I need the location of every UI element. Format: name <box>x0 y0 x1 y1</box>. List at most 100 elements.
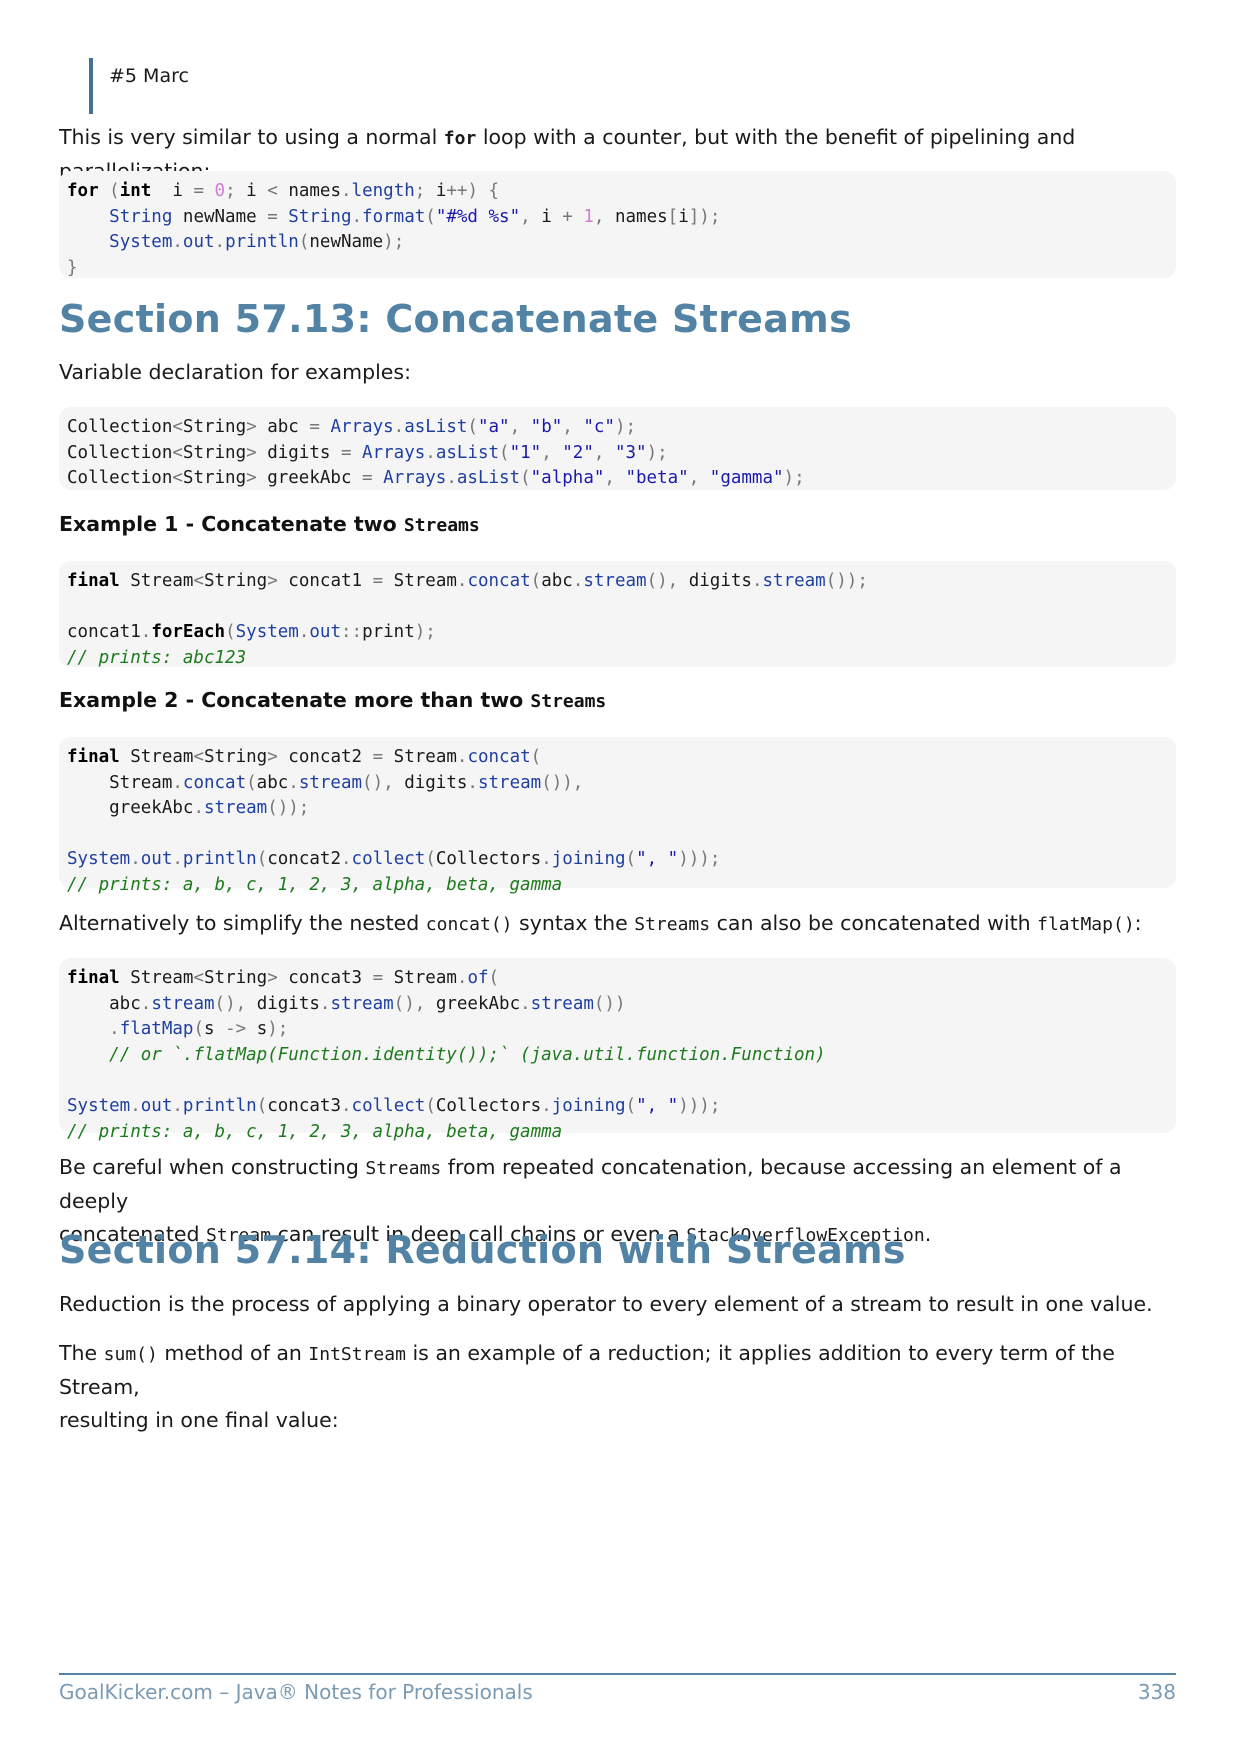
code-token: stream <box>477 772 542 793</box>
code-token: = <box>340 442 363 463</box>
code-token: joining <box>551 1095 626 1116</box>
section-title-reduction: Section 57.14: Reduction with Streams <box>59 1228 906 1272</box>
code-line: // prints: a, b, c, 1, 2, 3, alpha, beta… <box>67 873 1176 899</box>
code-token: . <box>393 417 405 437</box>
code-token: (), <box>362 772 405 793</box>
code-token: = <box>267 206 289 227</box>
code-token: . <box>341 181 352 201</box>
code-token: < <box>193 747 204 767</box>
code-token: > <box>246 468 268 489</box>
code-token: flatMap <box>119 1019 194 1040</box>
code-token: Collection <box>67 417 173 437</box>
code-token: ( <box>225 622 236 643</box>
text: Example 1 - Concatenate two <box>59 512 404 536</box>
text: method of an <box>157 1341 309 1365</box>
code-token: System <box>235 622 299 643</box>
code-token: . <box>193 798 204 819</box>
code-token: . <box>520 993 531 1014</box>
code-token: int <box>119 181 152 201</box>
code-token: out <box>140 849 173 870</box>
code-token: concat3 <box>288 968 373 988</box>
code-token: , <box>593 206 615 227</box>
text: . <box>924 1222 932 1246</box>
code-token: . <box>172 1095 183 1116</box>
code-token: ( <box>246 772 257 793</box>
code-token: ); <box>267 1019 289 1040</box>
text: Example 2 - Concatenate more than two <box>59 688 531 712</box>
code-token: , <box>593 442 615 463</box>
code-token: digits <box>267 442 341 463</box>
code-token: abc <box>267 417 310 437</box>
code-token: joining <box>551 849 626 870</box>
code-token: names <box>288 181 341 201</box>
code-token: ( <box>467 417 478 437</box>
code-token: > <box>246 442 268 463</box>
code-line: System.out.println(newName); <box>67 230 1176 256</box>
code-token: :: <box>341 622 363 643</box>
code-token: abc <box>256 772 289 793</box>
code-line: // prints: a, b, c, 1, 2, 3, alpha, beta… <box>67 1120 1176 1146</box>
inline-code: for <box>443 128 477 149</box>
code-token: . <box>172 849 183 870</box>
code-token: println <box>182 849 257 870</box>
code-token: = <box>362 468 384 489</box>
code-token: // or `.flatMap(Function.identity());` (… <box>109 1044 826 1065</box>
code-line: concat1.forEach(System.out::print); <box>67 620 1176 646</box>
code-token: . <box>351 206 363 227</box>
code-token: Collection <box>67 468 173 489</box>
text: Be careful when constructing <box>59 1155 366 1179</box>
code-token: length <box>351 181 415 201</box>
inline-code: IntStream <box>308 1344 406 1365</box>
code-token: . <box>341 849 352 870</box>
code-token: String <box>204 571 268 591</box>
code-token: (), <box>214 993 257 1014</box>
code-token: = <box>193 181 215 201</box>
code-token: names <box>614 206 668 227</box>
code-token: println <box>225 232 299 253</box>
code-token: stream <box>151 993 215 1014</box>
code-token: concat2 <box>288 747 373 767</box>
code-token: . <box>456 571 468 591</box>
code-token: Collectors <box>435 849 542 870</box>
code-token: ()); <box>825 571 868 591</box>
code-block-example1: final Stream<String> concat1 = Stream.co… <box>59 561 1176 668</box>
code-token: // prints: abc123 <box>67 647 247 668</box>
code-token: greekAbc <box>435 993 521 1014</box>
code-token: s <box>204 1019 226 1040</box>
code-token: . <box>341 1095 352 1116</box>
code-token: stream <box>583 571 647 591</box>
code-token: concat <box>467 571 531 591</box>
code-token: concat1 <box>288 571 373 591</box>
code-token: < <box>172 468 183 489</box>
code-line: final Stream<String> concat3 = Stream.of… <box>67 966 1176 992</box>
code-token: . <box>109 1019 120 1040</box>
code-token: ( <box>256 849 268 870</box>
code-token: String <box>182 442 247 463</box>
code-token: newName <box>309 232 384 253</box>
code-token: ()) <box>593 993 626 1014</box>
code-token: = <box>372 571 394 591</box>
code-token: . <box>298 622 310 643</box>
code-token: stream <box>762 571 826 591</box>
code-token: abc <box>67 993 141 1014</box>
example1-heading: Example 1 - Concatenate two Streams <box>59 512 480 536</box>
code-token: newName <box>172 206 268 227</box>
code-token: < <box>172 417 183 437</box>
code-token: + <box>562 206 584 227</box>
code-token: ; <box>225 181 247 201</box>
code-token: s <box>256 1019 268 1040</box>
code-line: // or `.flatMap(Function.identity());` (… <box>67 1043 1176 1069</box>
code-token: asList <box>456 468 521 489</box>
code-token: . <box>172 232 183 253</box>
code-line: final Stream<String> concat1 = Stream.co… <box>67 569 1176 595</box>
code-token: ( <box>499 442 510 463</box>
code-block-for-loop: for (int i = 0; i < names.length; i++) {… <box>59 171 1176 278</box>
code-token: (), <box>646 571 689 591</box>
code-token: i <box>541 206 563 227</box>
code-token: ))); <box>678 1095 721 1116</box>
inline-code: concat() <box>425 914 513 935</box>
code-token: of <box>467 968 489 988</box>
inline-code: sum() <box>103 1344 158 1365</box>
